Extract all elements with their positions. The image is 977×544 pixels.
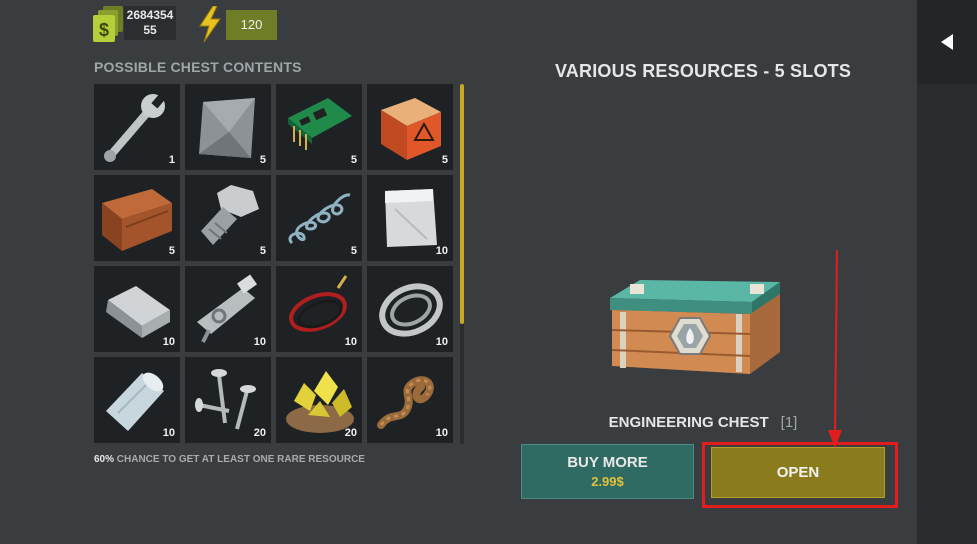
buy-more-button[interactable]: BUY MORE 2.99$ <box>521 444 694 499</box>
item-slot[interactable]: 5 <box>276 175 362 261</box>
item-quantity: 10 <box>162 427 175 439</box>
buy-more-label: BUY MORE <box>567 454 648 471</box>
item-quantity: 5 <box>259 154 266 166</box>
item-slot[interactable]: 10 <box>367 266 453 352</box>
wrench-icon <box>104 93 166 162</box>
item-quantity: 5 <box>259 245 266 257</box>
cash-stack-icon: $ <box>93 6 123 42</box>
rare-chance-text: 60% CHANCE TO GET AT LEAST ONE RARE RESO… <box>94 454 365 465</box>
item-slot[interactable]: 10 <box>276 266 362 352</box>
explosive-block-icon <box>381 98 441 160</box>
item-slot[interactable]: 5 <box>94 175 180 261</box>
chest-name: ENGINEERING CHEST <box>608 414 769 431</box>
right-sidebar <box>917 0 977 544</box>
item-quantity: 10 <box>435 336 448 348</box>
buy-more-price: 2.99$ <box>591 474 624 489</box>
open-button[interactable]: OPEN <box>711 447 885 498</box>
engineering-chest-icon <box>610 280 780 374</box>
item-slot[interactable]: 1 <box>94 84 180 170</box>
item-slot[interactable]: 5 <box>185 84 271 170</box>
rare-chance-percent: 60% <box>94 454 115 465</box>
bolt-screw-icon <box>201 185 259 245</box>
item-quantity: 5 <box>350 154 357 166</box>
item-quantity: 5 <box>168 245 175 257</box>
metal-sheet-icon <box>199 98 255 158</box>
chest-count: [1] <box>780 414 798 431</box>
energy-counter: 120 <box>226 10 277 40</box>
cash-sub-amount: 55 <box>143 23 157 37</box>
item-slot[interactable]: 10 <box>367 357 453 443</box>
lightning-bolt-icon <box>199 6 221 42</box>
item-quantity: 10 <box>435 427 448 439</box>
contents-grid: 1 5 5 5 5 5 5 10 10 10 10 10 10 20 20 10 <box>94 84 456 444</box>
wood-plank-icon <box>102 189 172 251</box>
item-slot[interactable]: 10 <box>367 175 453 261</box>
item-slot[interactable]: 5 <box>185 175 271 261</box>
slots-title: VARIOUS RESOURCES - 5 SLOTS <box>554 61 852 81</box>
circuit-board-icon <box>288 98 352 150</box>
item-quantity: 20 <box>253 427 266 439</box>
back-arrow-icon <box>941 34 953 50</box>
red-arrow-icon <box>828 249 842 448</box>
item-slot[interactable]: 10 <box>94 266 180 352</box>
item-slot[interactable]: 10 <box>94 357 180 443</box>
item-slot[interactable]: 20 <box>185 357 271 443</box>
item-quantity: 5 <box>441 154 448 166</box>
item-slot[interactable]: 10 <box>185 266 271 352</box>
item-quantity: 10 <box>162 336 175 348</box>
item-quantity: 10 <box>253 336 266 348</box>
item-slot[interactable]: 5 <box>276 84 362 170</box>
item-quantity: 1 <box>168 154 175 166</box>
item-quantity: 5 <box>350 245 357 257</box>
item-slot[interactable]: 20 <box>276 357 362 443</box>
contents-title: POSSIBLE CHEST CONTENTS <box>94 59 302 75</box>
item-quantity: 20 <box>344 427 357 439</box>
item-quantity: 10 <box>435 245 448 257</box>
item-slot[interactable]: 5 <box>367 84 453 170</box>
scroll-thumb[interactable] <box>460 84 464 324</box>
back-button[interactable] <box>917 0 977 84</box>
spring-icon <box>288 193 351 245</box>
svg-text:$: $ <box>99 20 109 40</box>
item-quantity: 10 <box>344 336 357 348</box>
rare-chance-label: CHANCE TO GET AT LEAST ONE RARE RESOURCE <box>116 454 365 465</box>
cash-amount: 2684354 <box>126 8 174 22</box>
open-label: OPEN <box>776 464 820 481</box>
cash-balance: 2684354 55 <box>124 6 176 40</box>
